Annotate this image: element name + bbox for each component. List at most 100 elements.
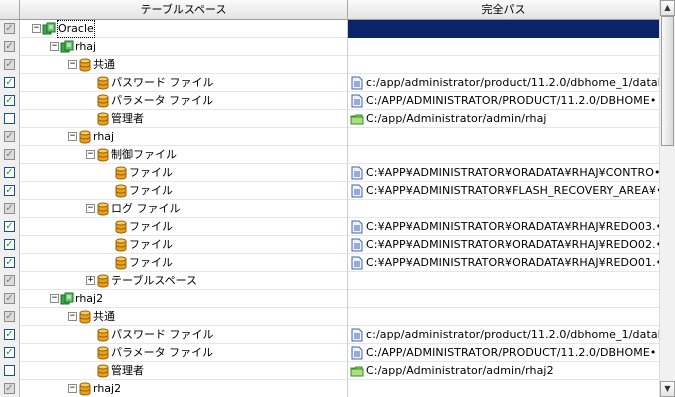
fullpath-cell[interactable]: C:¥APP¥ADMINISTRATOR¥ORADATA¥RHAJ¥REDO01… <box>348 254 659 272</box>
collapse-icon[interactable]: − <box>50 42 59 51</box>
row-checkbox[interactable]: ✓ <box>4 77 15 88</box>
collapse-icon[interactable]: − <box>68 384 77 393</box>
tree-row[interactable]: ✓ パラメータ ファイル C:/APP/ADMINISTRATOR/PRODUCT/… <box>0 92 659 110</box>
tree-node-label[interactable]: 管理者 <box>111 110 144 128</box>
header-fullpath[interactable]: 完全パス <box>348 0 659 19</box>
row-checkbox[interactable]: ✓ <box>4 23 15 34</box>
fullpath-cell[interactable] <box>348 308 659 326</box>
header-check-column[interactable] <box>0 0 20 19</box>
fullpath-cell[interactable]: c:/app/administrator/product/11.2.0/dbho… <box>348 326 659 344</box>
row-checkbox[interactable]: ✓ <box>4 185 15 196</box>
row-checkbox[interactable]: ✓ <box>4 293 15 304</box>
tree-row[interactable]: 管理者 C:/app/Administrator/admin/rhaj2 <box>0 362 659 380</box>
fullpath-cell[interactable]: C:¥APP¥ADMINISTRATOR¥ORADATA¥RHAJ¥CONTRO… <box>348 164 659 182</box>
tree-row[interactable]: 管理者 C:/app/Administrator/admin/rhaj <box>0 110 659 128</box>
tree-node-label[interactable]: パラメータ ファイル <box>111 92 213 110</box>
scroll-down-button[interactable]: ▼ <box>660 381 675 397</box>
row-checkbox[interactable]: ✓ <box>4 221 15 232</box>
fullpath-cell[interactable]: C:/APP/ADMINISTRATOR/PRODUCT/11.2.0/DBHO… <box>348 92 659 110</box>
row-checkbox[interactable]: ✓ <box>4 167 15 178</box>
tree-row[interactable]: ✓ ファイル C:¥APP¥ADMINISTRATOR¥ORADATA¥RHAJ¥C… <box>0 164 659 182</box>
fullpath-cell[interactable] <box>348 38 659 56</box>
tree-node-label[interactable]: rhaj <box>93 128 114 146</box>
fullpath-cell[interactable]: C:¥APP¥ADMINISTRATOR¥ORADATA¥RHAJ¥REDO02… <box>348 236 659 254</box>
row-checkbox[interactable]: ✓ <box>4 203 15 214</box>
tree-row[interactable]: ✓ − Oracle <box>0 20 659 38</box>
row-checkbox[interactable]: ✓ <box>4 257 15 268</box>
tree-node-label[interactable]: テーブルスペース <box>111 272 197 290</box>
tree-node-label[interactable]: ファイル <box>129 182 173 200</box>
collapse-icon[interactable]: − <box>68 312 77 321</box>
tree-node-label[interactable]: パラメータ ファイル <box>111 344 213 362</box>
tree-node-label[interactable]: 共通 <box>93 308 115 326</box>
tree-node-label[interactable]: 共通 <box>93 56 115 74</box>
tree-node-label[interactable]: rhaj2 <box>75 290 103 308</box>
row-checkbox[interactable]: ✓ <box>4 275 15 286</box>
fullpath-cell[interactable] <box>348 56 659 74</box>
row-checkbox[interactable]: ✓ <box>4 347 15 358</box>
row-checkbox[interactable] <box>4 113 15 124</box>
collapse-icon[interactable]: − <box>68 132 77 141</box>
tree-row[interactable]: ✓ パスワード ファイル c:/app/administrator/product/… <box>0 326 659 344</box>
vertical-scrollbar[interactable]: ▲ ▼ <box>659 0 675 397</box>
fullpath-cell[interactable]: C:/APP/ADMINISTRATOR/PRODUCT/11.2.0/DBHO… <box>348 344 659 362</box>
tree-row[interactable]: ✓ − 制御ファイル <box>0 146 659 164</box>
tree-node-label[interactable]: 管理者 <box>111 362 144 380</box>
tree-node-label[interactable]: ファイル <box>129 236 173 254</box>
tree-node-label[interactable]: ファイル <box>129 218 173 236</box>
tree-row[interactable]: ✓ − rhaj <box>0 128 659 146</box>
tree-row[interactable]: ✓ ファイル C:¥APP¥ADMINISTRATOR¥ORADATA¥RHAJ¥R… <box>0 218 659 236</box>
fullpath-cell[interactable] <box>348 20 659 38</box>
tree-row[interactable]: ✓ − rhaj <box>0 38 659 56</box>
fullpath-cell[interactable]: C:¥APP¥ADMINISTRATOR¥ORADATA¥RHAJ¥REDO03… <box>348 218 659 236</box>
fullpath-cell[interactable] <box>348 380 659 397</box>
fullpath-cell[interactable]: C:/app/Administrator/admin/rhaj2 <box>348 362 659 380</box>
tree-row[interactable]: ✓ − 共通 <box>0 56 659 74</box>
scroll-up-button[interactable]: ▲ <box>660 0 675 16</box>
tree-row[interactable]: ✓ ファイル C:¥APP¥ADMINISTRATOR¥FLASH_RECOVERY… <box>0 182 659 200</box>
tree-row[interactable]: ✓ パスワード ファイル c:/app/administrator/product/… <box>0 74 659 92</box>
fullpath-cell[interactable] <box>348 290 659 308</box>
row-checkbox[interactable]: ✓ <box>4 311 15 322</box>
row-checkbox[interactable]: ✓ <box>4 41 15 52</box>
tree-row[interactable]: ✓ ファイル C:¥APP¥ADMINISTRATOR¥ORADATA¥RHAJ¥R… <box>0 236 659 254</box>
fullpath-cell[interactable]: C:/app/Administrator/admin/rhaj <box>348 110 659 128</box>
tree-node-label[interactable]: rhaj <box>75 38 96 56</box>
fullpath-cell[interactable] <box>348 128 659 146</box>
row-checkbox[interactable]: ✓ <box>4 329 15 340</box>
tree-row[interactable]: ✓ − rhaj2 <box>0 380 659 397</box>
row-checkbox[interactable] <box>4 365 15 376</box>
tree-row[interactable]: ✓ + テーブルスペース <box>0 272 659 290</box>
tree-row[interactable]: ✓ パラメータ ファイル C:/APP/ADMINISTRATOR/PRODUCT/… <box>0 344 659 362</box>
collapse-icon[interactable]: − <box>68 60 77 69</box>
tree-node-label[interactable]: 制御ファイル <box>111 146 177 164</box>
fullpath-cell[interactable] <box>348 200 659 218</box>
tree-row[interactable]: ✓ − ログ ファイル <box>0 200 659 218</box>
row-checkbox[interactable]: ✓ <box>4 95 15 106</box>
expand-icon[interactable]: + <box>86 276 95 285</box>
header-tablespace[interactable]: テーブルスペース <box>20 0 348 19</box>
row-checkbox[interactable]: ✓ <box>4 383 15 394</box>
tree-node-label[interactable]: ファイル <box>129 164 173 182</box>
tree-row[interactable]: ✓ − 共通 <box>0 308 659 326</box>
tree-node-label[interactable]: パスワード ファイル <box>111 74 214 92</box>
tree-node-label[interactable]: パスワード ファイル <box>111 326 214 344</box>
row-checkbox[interactable]: ✓ <box>4 131 15 142</box>
tree-row[interactable]: ✓ ファイル C:¥APP¥ADMINISTRATOR¥ORADATA¥RHAJ¥R… <box>0 254 659 272</box>
fullpath-cell[interactable] <box>348 272 659 290</box>
fullpath-cell[interactable] <box>348 146 659 164</box>
tree-row[interactable]: ✓ − rhaj2 <box>0 290 659 308</box>
tree-node-label[interactable]: ファイル <box>129 254 173 272</box>
fullpath-cell[interactable]: C:¥APP¥ADMINISTRATOR¥FLASH_RECOVERY_AREA… <box>348 182 659 200</box>
collapse-icon[interactable]: − <box>86 204 95 213</box>
collapse-icon[interactable]: − <box>86 150 95 159</box>
tree-node-label[interactable]: Oracle <box>57 20 95 38</box>
row-checkbox[interactable]: ✓ <box>4 239 15 250</box>
scroll-thumb[interactable] <box>661 16 674 146</box>
collapse-icon[interactable]: − <box>50 294 59 303</box>
collapse-icon[interactable]: − <box>32 24 41 33</box>
tree-node-label[interactable]: rhaj2 <box>93 380 121 397</box>
fullpath-cell[interactable]: c:/app/administrator/product/11.2.0/dbho… <box>348 74 659 92</box>
row-checkbox[interactable]: ✓ <box>4 59 15 70</box>
row-checkbox[interactable]: ✓ <box>4 149 15 160</box>
